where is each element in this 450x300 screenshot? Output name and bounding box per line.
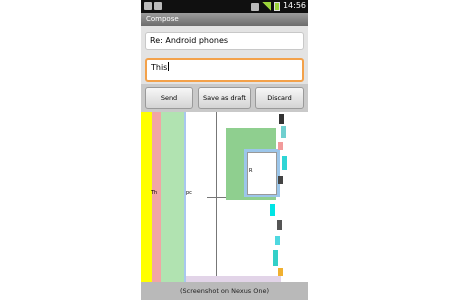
text-cursor <box>168 62 170 71</box>
layout-visualization: Th pc R <box>141 112 308 282</box>
message-body-text: This <box>151 63 168 72</box>
button-bar: Send Save as draft Discard <box>141 84 308 112</box>
message-body-field[interactable]: This <box>145 58 304 82</box>
fragment-10 <box>278 268 283 276</box>
fragment-3 <box>278 142 283 150</box>
fragment-5 <box>278 176 283 184</box>
screenshot-caption: (Screenshot on Nexus One) <box>141 282 308 300</box>
signal-icon <box>262 2 271 11</box>
fragment-2 <box>281 126 286 138</box>
fragment-9 <box>273 250 278 266</box>
battery-icon <box>274 2 280 11</box>
subject-text: Re: Android phones <box>150 36 229 45</box>
subject-field[interactable]: Re: Android phones <box>145 32 304 50</box>
yellow-strip <box>141 112 152 282</box>
send-button[interactable]: Send <box>145 87 193 109</box>
usb-icon <box>144 2 152 10</box>
fragment-4 <box>282 156 287 170</box>
viz-label-th: Th <box>151 190 158 196</box>
fragment-8 <box>275 236 280 245</box>
clock: 14:56 <box>282 1 306 10</box>
pink-strip <box>152 112 161 282</box>
title-bar: Compose <box>141 13 308 26</box>
save-as-draft-button[interactable]: Save as draft <box>198 87 251 109</box>
fragment-6 <box>270 204 275 216</box>
blue-strip <box>184 112 186 282</box>
window-title: Compose <box>146 15 179 23</box>
green-strip <box>161 112 184 282</box>
status-bar: 14:56 <box>141 0 308 13</box>
fragment-1 <box>279 114 284 124</box>
phone-screen: 14:56 Compose Re: Android phones This Se… <box>141 0 308 300</box>
horizontal-line <box>207 197 227 198</box>
discard-button[interactable]: Discard <box>255 87 304 109</box>
fragment-7 <box>277 220 282 230</box>
viz-label-r: R <box>249 168 253 174</box>
system-icons <box>251 2 280 11</box>
notification-icons <box>144 2 162 10</box>
viz-label-pc: pc <box>186 190 192 196</box>
data-icon <box>251 3 259 11</box>
usb-debug-icon <box>154 2 162 10</box>
